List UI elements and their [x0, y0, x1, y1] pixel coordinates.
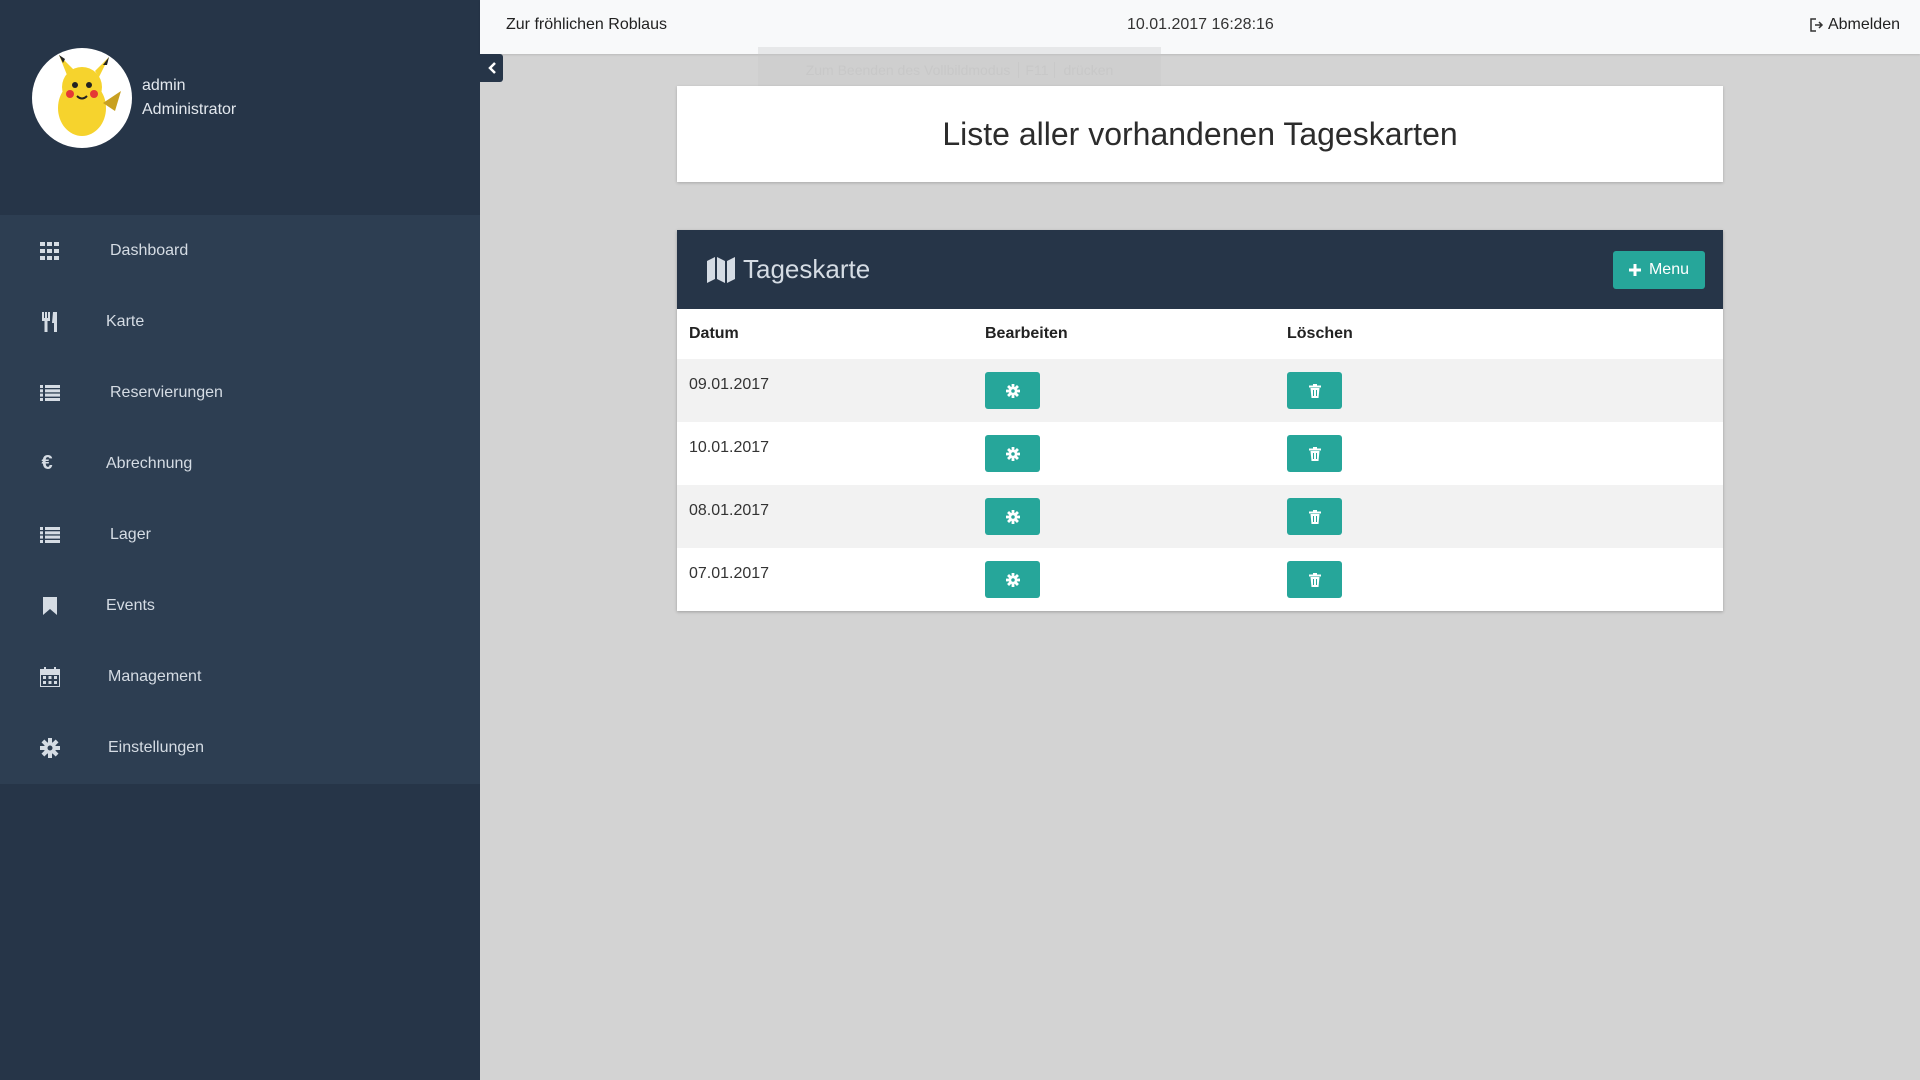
add-menu-label: Menu [1648, 260, 1689, 278]
delete-button[interactable] [1287, 561, 1342, 598]
gear-icon [38, 736, 62, 760]
bookmark-icon [38, 594, 62, 618]
sidebar-item-reservierungen[interactable]: Reservierungen [0, 357, 480, 428]
sidebar-item-label: Events [106, 596, 155, 614]
cutlery-icon [38, 310, 62, 334]
row-date: 10.01.2017 [689, 439, 770, 456]
tageskarte-panel: Tageskarte Menu Datum Bearbeiten Löschen… [677, 230, 1723, 611]
edit-button[interactable] [985, 435, 1040, 472]
delete-button[interactable] [1287, 498, 1342, 535]
sidebar-item-label: Lager [110, 525, 151, 543]
gear-icon [1005, 446, 1020, 461]
delete-button[interactable] [1287, 372, 1342, 409]
sidebar-collapse-button[interactable] [480, 54, 503, 82]
sidebar-item-label: Management [108, 667, 202, 685]
top-bar: Zur fröhlichen Roblaus 10.01.2017 16:28:… [480, 0, 1920, 54]
edit-button[interactable] [985, 561, 1040, 598]
fullscreen-hint-text-end: drücken [1063, 61, 1114, 78]
sidebar-nav: Dashboard Karte Reservierungen € Abrechn… [0, 215, 480, 784]
profile-role: Administrator [142, 100, 237, 118]
table-row: 09.01.2017 [677, 359, 1723, 422]
logout-icon [1810, 18, 1824, 32]
panel-header: Tageskarte Menu [677, 230, 1723, 309]
row-date: 08.01.2017 [689, 502, 770, 519]
sidebar-item-karte[interactable]: Karte [0, 286, 480, 357]
sidebar: admin Administrator Dashboard Karte Rese… [0, 0, 480, 1080]
sidebar-item-label: Karte [106, 312, 145, 330]
panel-title-text: Tageskarte [743, 254, 871, 284]
calendar-icon [38, 665, 62, 689]
edit-button[interactable] [985, 498, 1040, 535]
list-icon [38, 381, 62, 405]
trash-icon [1308, 383, 1321, 398]
column-header-edit: Bearbeiten [985, 325, 1068, 342]
sidebar-item-lager[interactable]: Lager [0, 499, 480, 570]
tageskarten-table: Datum Bearbeiten Löschen 09.01.2017 10.0… [677, 309, 1723, 611]
add-menu-button[interactable]: Menu [1612, 250, 1705, 289]
grid-icon [38, 239, 62, 263]
user-profile: admin Administrator [0, 0, 480, 215]
chevron-left-icon [487, 62, 496, 74]
page-title: Liste aller vorhandenen Tageskarten [942, 115, 1458, 152]
column-header-date: Datum [689, 325, 739, 342]
delete-button[interactable] [1287, 435, 1342, 472]
current-datetime: 10.01.2017 16:28:16 [1127, 16, 1274, 33]
logout-label: Abmelden [1827, 16, 1900, 33]
gear-icon [1005, 509, 1020, 524]
table-row: 08.01.2017 [677, 485, 1723, 548]
sidebar-item-label: Abrechnung [106, 454, 193, 472]
gear-icon [1005, 383, 1020, 398]
trash-icon [1308, 509, 1321, 524]
column-header-delete: Löschen [1287, 325, 1353, 342]
pikachu-avatar-icon [58, 54, 121, 136]
sidebar-item-label: Dashboard [110, 241, 189, 259]
sidebar-item-abrechnung[interactable]: € Abrechnung [0, 428, 480, 499]
page-title-card: Liste aller vorhandenen Tageskarten [677, 86, 1723, 182]
sidebar-item-einstellungen[interactable]: Einstellungen [0, 712, 480, 783]
brand-name[interactable]: Zur fröhlichen Roblaus [506, 16, 667, 34]
row-date: 09.01.2017 [689, 376, 770, 393]
gear-icon [1005, 572, 1020, 587]
sidebar-item-management[interactable]: Management [0, 641, 480, 712]
sidebar-item-label: Reservierungen [110, 383, 223, 401]
map-icon [707, 256, 735, 283]
fullscreen-hint-key: F11 [1018, 61, 1056, 78]
fullscreen-hint-text: Zum Beenden des Vollbildmodus [805, 61, 1011, 78]
table-header-row: Datum Bearbeiten Löschen [677, 309, 1723, 359]
euro-icon: € [41, 452, 53, 474]
avatar[interactable] [32, 47, 132, 148]
row-date: 07.01.2017 [689, 565, 770, 582]
logout-button[interactable]: Abmelden [1810, 16, 1900, 34]
panel-title: Tageskarte [707, 254, 870, 285]
trash-icon [1308, 446, 1321, 461]
sidebar-item-dashboard[interactable]: Dashboard [0, 215, 480, 286]
list-icon [38, 523, 62, 547]
sidebar-item-label: Einstellungen [108, 738, 205, 756]
plus-icon [1628, 263, 1641, 276]
sidebar-item-events[interactable]: Events [0, 570, 480, 641]
edit-button[interactable] [985, 372, 1040, 409]
profile-username: admin [142, 76, 186, 94]
trash-icon [1308, 572, 1321, 587]
table-row: 07.01.2017 [677, 548, 1723, 611]
table-row: 10.01.2017 [677, 422, 1723, 485]
